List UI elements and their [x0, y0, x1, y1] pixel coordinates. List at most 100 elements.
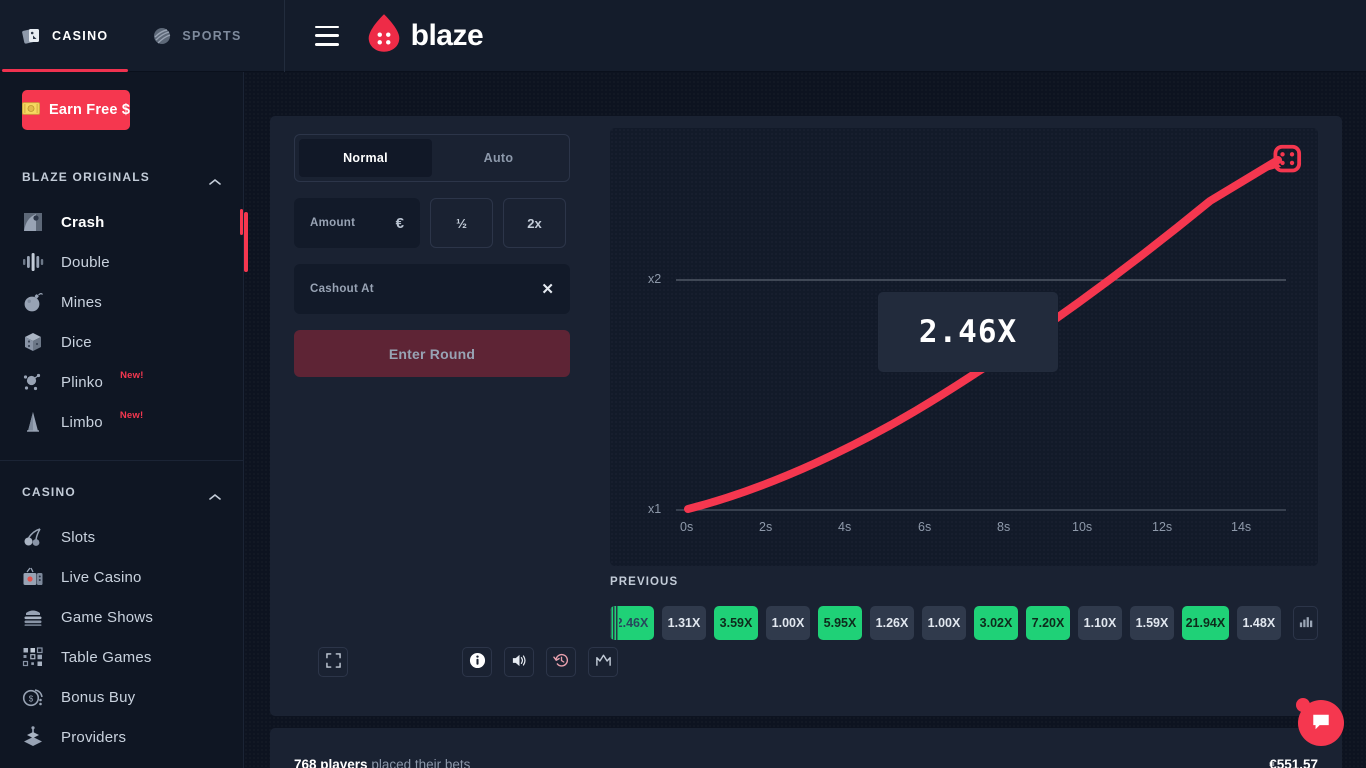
cashout-input[interactable]: Cashout At ✕ — [294, 264, 570, 314]
sidebar-item-mines-label: Mines — [61, 293, 103, 311]
plinko-icon — [22, 371, 44, 393]
sidebar-item-limbo[interactable]: Limbo New! — [0, 402, 243, 442]
nav-tabs: CASINO SPORTS — [0, 0, 264, 72]
y-tick-x1: x1 — [648, 502, 662, 516]
sidebar-item-dice-label: Dice — [61, 333, 92, 351]
previous-result-chip[interactable]: 3.59X — [714, 606, 758, 640]
bonus-buy-coin-icon: $ — [22, 686, 44, 708]
limbo-icon — [22, 411, 44, 433]
total-bet-amount: €551.57 — [1269, 756, 1318, 768]
previous-result-chip[interactable]: 1.00X — [766, 606, 810, 640]
sidebar-item-bonus-buy[interactable]: $ Bonus Buy — [0, 677, 243, 717]
bar-chart-icon — [1298, 614, 1313, 632]
earn-free-button[interactable]: Earn Free $ — [22, 90, 131, 130]
sidebar-section-header-casino[interactable]: CASINO — [0, 479, 243, 505]
tv-live-icon — [22, 566, 44, 588]
x-tick-3: 6s — [918, 520, 932, 534]
volume-button[interactable] — [504, 647, 534, 677]
half-amount-button[interactable]: ½ — [430, 198, 493, 248]
sidebar-item-providers[interactable]: Providers — [0, 717, 243, 757]
previous-result-chip[interactable]: 1.31X — [662, 606, 706, 640]
amount-input[interactable]: Amount € — [294, 198, 420, 248]
providers-layers-icon — [22, 726, 44, 748]
sidebar: Earn Free $ BLAZE ORIGINALS Crash Double… — [0, 72, 244, 768]
previous-result-chip[interactable]: 3.02X — [974, 606, 1018, 640]
sidebar-item-crash[interactable]: Crash — [0, 202, 243, 242]
double-icon — [22, 251, 44, 273]
game-shows-icon — [22, 606, 44, 628]
scroll-indicator[interactable] — [244, 212, 248, 272]
sidebar-item-mines[interactable]: Mines — [0, 282, 243, 322]
sidebar-item-table-games[interactable]: Table Games — [0, 637, 243, 677]
previous-result-chip[interactable]: 1.48X — [1236, 606, 1281, 640]
sidebar-item-limbo-badge: New! — [119, 409, 144, 421]
previous-result-chip[interactable]: 2.46X — [610, 606, 654, 640]
double-amount-button[interactable]: 2x — [503, 198, 566, 248]
y-tick-x2: x2 — [648, 272, 662, 286]
euro-currency-icon: € — [395, 214, 404, 232]
amount-placeholder: Amount — [310, 217, 356, 229]
chevron-up-icon — [209, 488, 221, 500]
players-suffix: placed their bets — [367, 756, 471, 768]
sidebar-item-plinko-badge: New! — [120, 369, 144, 381]
previous-result-chip[interactable]: 1.26X — [870, 606, 914, 640]
sidebar-item-live-casino-label: Live Casino — [61, 568, 142, 586]
previous-result-chip[interactable]: 1.00X — [922, 606, 966, 640]
dice-icon — [22, 331, 44, 353]
previous-results-row: 2.46X 1.31X 3.59X 1.00X 5.95X 1.26X 1.00… — [610, 606, 1318, 640]
nav-tab-casino[interactable]: CASINO — [0, 0, 130, 72]
close-x-icon[interactable]: ✕ — [541, 280, 554, 298]
sidebar-item-table-games-label: Table Games — [61, 648, 152, 666]
mode-auto-button[interactable]: Auto — [432, 139, 565, 177]
players-count: 768 players — [294, 756, 368, 768]
brand-logo[interactable]: blaze — [367, 13, 484, 58]
nav-tab-sports[interactable]: SPORTS — [130, 0, 263, 72]
nav-tab-sports-label: SPORTS — [182, 28, 242, 43]
cards-icon — [22, 26, 42, 46]
sidebar-item-game-shows[interactable]: Game Shows — [0, 597, 243, 637]
sidebar-item-dice[interactable]: Dice — [0, 322, 243, 362]
money-icon — [22, 101, 40, 119]
main-content: Normal Auto Amount € ½ 2x Cashout At ✕ E… — [244, 72, 1366, 768]
bet-panel: Normal Auto Amount € ½ 2x Cashout At ✕ E… — [294, 134, 618, 694]
active-marker — [240, 209, 243, 235]
sidebar-menu-casino: Slots Live Casino Game Shows Table Games… — [0, 517, 243, 757]
sidebar-item-double[interactable]: Double — [0, 242, 243, 282]
fairness-icon — [595, 652, 612, 672]
blaze-flame-dice-logo-icon — [367, 13, 401, 58]
hamburger-menu-icon[interactable] — [314, 25, 339, 46]
sidebar-item-slots-label: Slots — [61, 528, 96, 546]
game-tools-row — [318, 646, 618, 678]
history-icon — [552, 652, 570, 672]
chat-notification-dot — [1296, 698, 1310, 712]
previous-results-panel: PREVIOUS 2.46X 1.31X 3.59X 1.00X 5.95X 1… — [610, 576, 1318, 694]
dice-marker-icon — [1264, 142, 1302, 185]
enter-round-button[interactable]: Enter Round — [294, 330, 570, 377]
nav-divider — [283, 0, 285, 72]
history-button[interactable] — [546, 647, 576, 677]
players-status: 768 players placed their bets — [294, 757, 470, 768]
previous-result-chip[interactable]: 1.10X — [1078, 606, 1122, 640]
top-navigation-bar: CASINO SPORTS blaze — [0, 0, 1366, 72]
sidebar-section-header-blaze-originals[interactable]: BLAZE ORIGINALS — [0, 164, 243, 190]
sidebar-item-plinko[interactable]: Plinko New! — [0, 362, 243, 402]
amount-row: Amount € ½ 2x — [294, 198, 594, 248]
mode-normal-button[interactable]: Normal — [299, 139, 432, 177]
nav-tab-casino-label: CASINO — [52, 28, 109, 43]
sidebar-item-slots[interactable]: Slots — [0, 517, 243, 557]
x-tick-4: 8s — [997, 520, 1011, 534]
fullscreen-button[interactable] — [318, 647, 348, 677]
sidebar-item-bonus-buy-label: Bonus Buy — [61, 688, 136, 706]
sidebar-item-live-casino[interactable]: Live Casino — [0, 557, 243, 597]
brand-name: blaze — [410, 18, 484, 52]
previous-result-chip[interactable]: 1.59X — [1130, 606, 1174, 640]
x-tick-5: 10s — [1072, 520, 1093, 534]
bets-summary-bar: 768 players placed their bets €551.57 — [270, 728, 1342, 768]
previous-result-chip[interactable]: 5.95X — [818, 606, 862, 640]
info-button[interactable] — [462, 647, 492, 677]
previous-result-chip[interactable]: 21.94X — [1182, 606, 1229, 640]
stats-button[interactable] — [1292, 606, 1318, 640]
x-tick-7: 14s — [1231, 520, 1252, 534]
chevron-up-icon — [209, 173, 221, 185]
previous-result-chip[interactable]: 7.20X — [1026, 606, 1070, 640]
